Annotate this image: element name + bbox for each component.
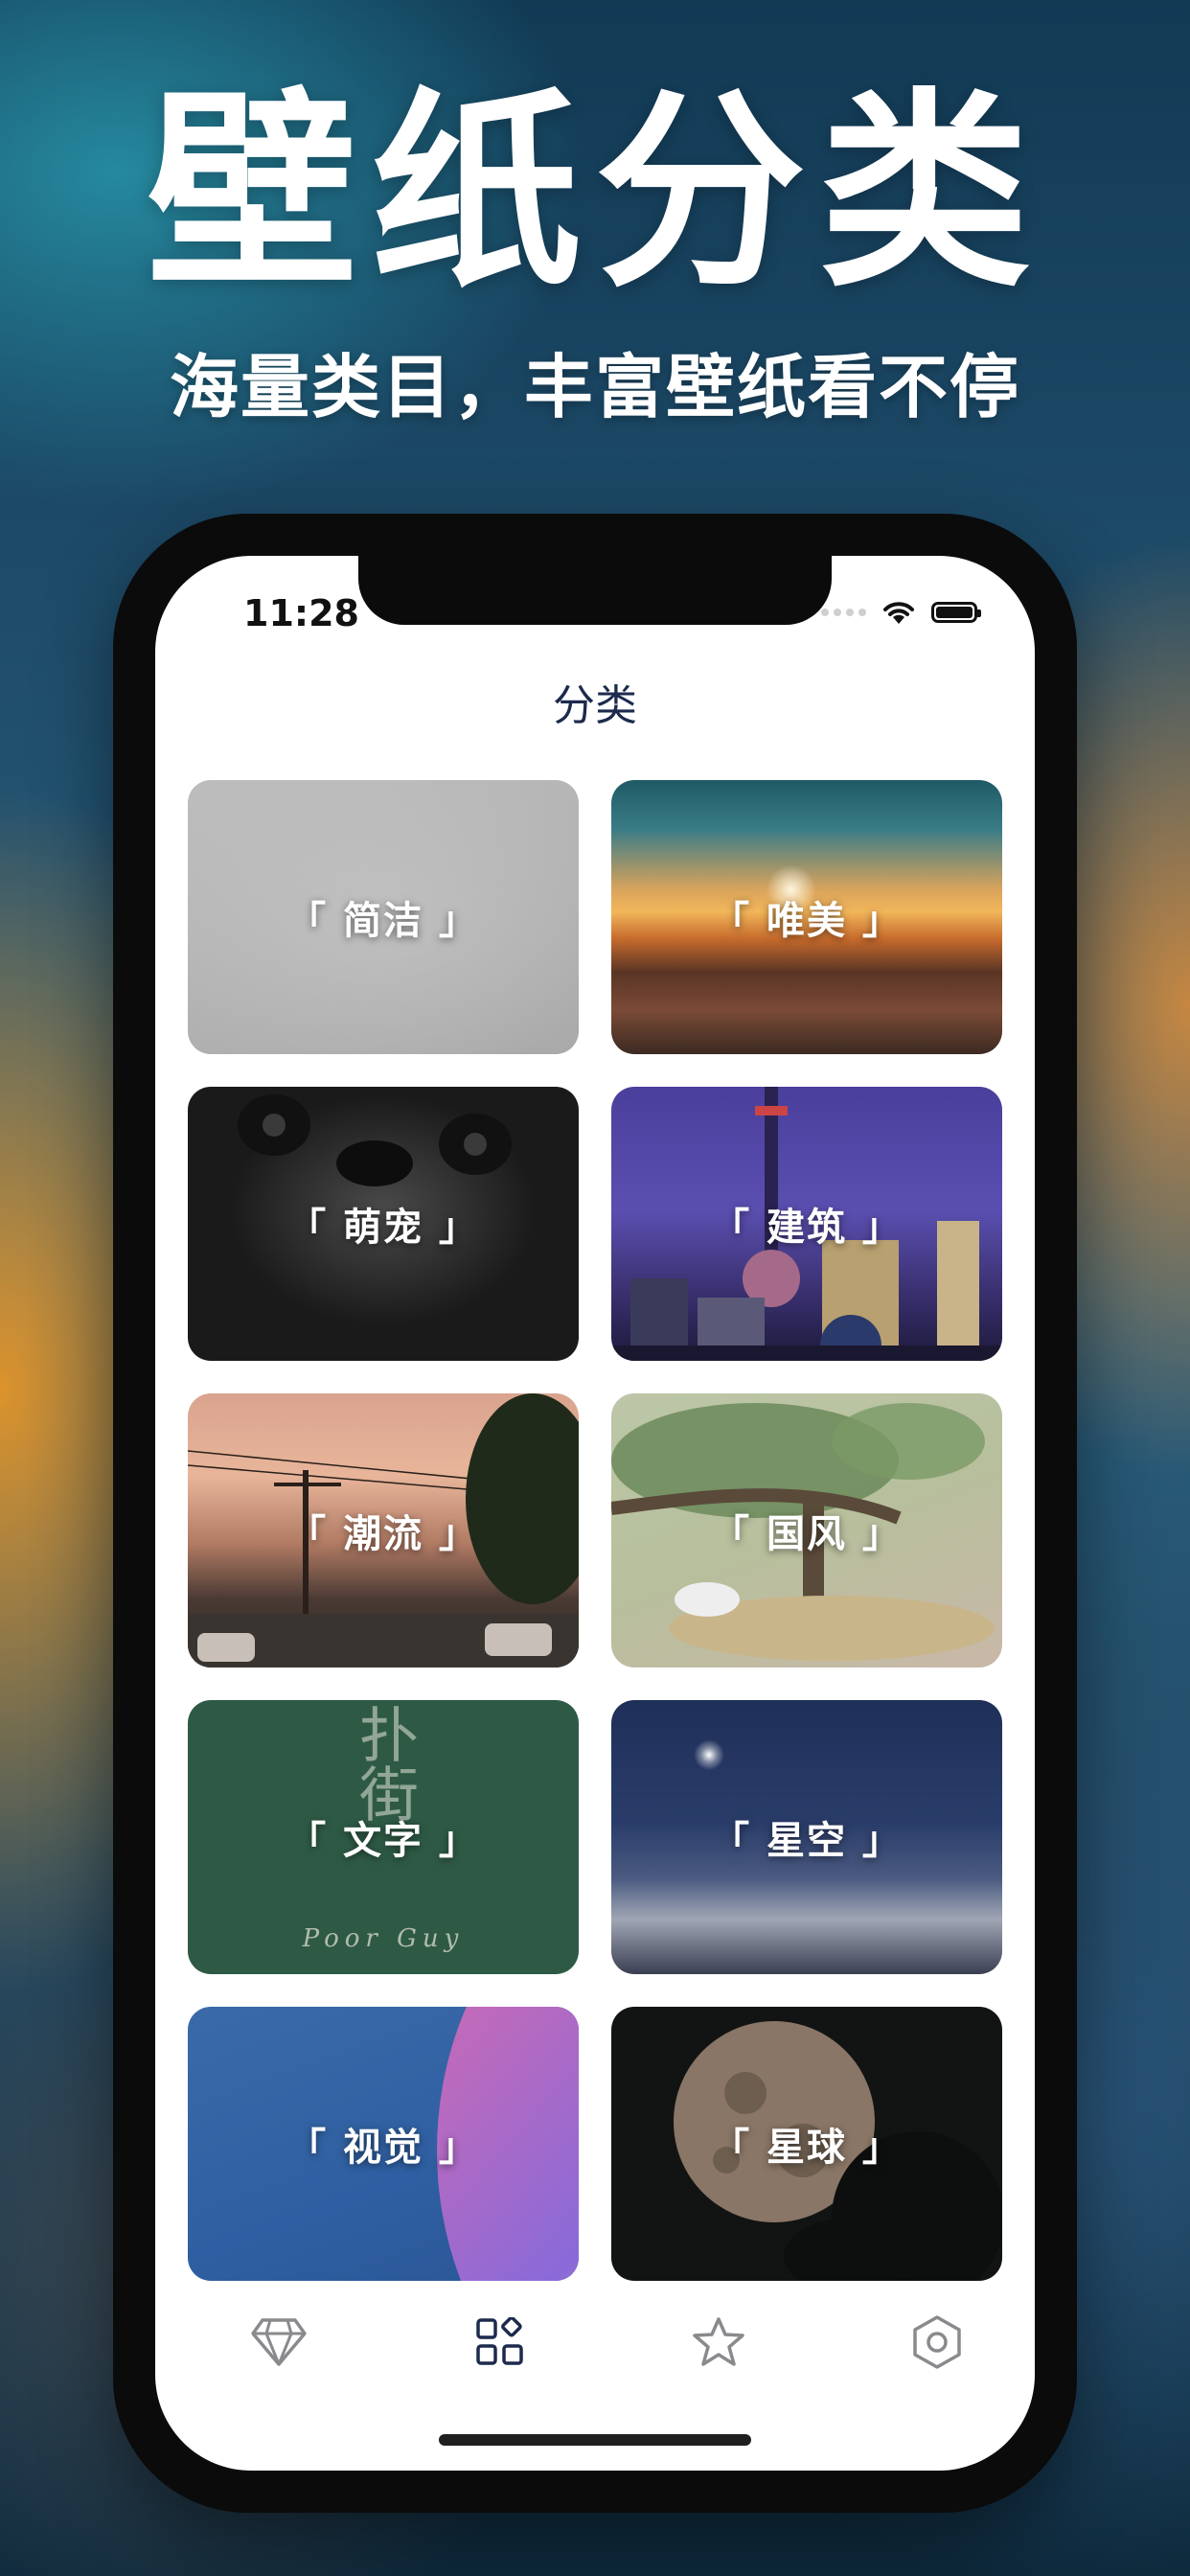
- star-icon: [693, 2317, 744, 2366]
- category-card-aesthetic[interactable]: 「 唯美 」: [611, 780, 1002, 1054]
- category-label: 「 文字 」: [287, 1819, 479, 1863]
- hero-title: 壁纸分类: [146, 70, 1043, 315]
- category-card-starry[interactable]: 「 星空 」: [611, 1700, 1002, 1974]
- category-card-text[interactable]: 扑街 Poor Guy 「 文字 」: [188, 1700, 579, 1974]
- hero-subtitle: 海量类目，丰富壁纸看不停: [169, 347, 1020, 427]
- category-label: 「 国风 」: [711, 1512, 903, 1556]
- phone-frame: 11:28 分类 「 简洁 」 「 唯美 」 「 萌宠 」 「 建筑 」 「 潮…: [113, 514, 1077, 2513]
- category-card-simple[interactable]: 「 简洁 」: [188, 780, 579, 1054]
- category-label: 「 简洁 」: [287, 899, 479, 943]
- home-indicator: [439, 2434, 751, 2446]
- page-title: 分类: [553, 681, 637, 730]
- card-art-text: 扑街: [349, 1704, 419, 1823]
- status-icons: [821, 598, 981, 627]
- battery-icon: [931, 602, 981, 623]
- category-label: 「 潮流 」: [287, 1512, 479, 1556]
- tab-settings[interactable]: [899, 2304, 975, 2380]
- hexagon-settings-icon: [913, 2315, 961, 2369]
- category-card-guofeng[interactable]: 「 国风 」: [611, 1393, 1002, 1668]
- tab-bar: [155, 2283, 1035, 2398]
- wifi-icon: [883, 602, 914, 624]
- tab-favorites[interactable]: [680, 2304, 757, 2380]
- category-label: 「 萌宠 」: [287, 1206, 479, 1250]
- category-label: 「 星球 」: [711, 2126, 903, 2170]
- signal-icon: [821, 609, 866, 616]
- category-label: 「 唯美 」: [711, 899, 903, 943]
- tab-featured[interactable]: [240, 2304, 317, 2380]
- notch: [358, 556, 832, 625]
- category-card-visual[interactable]: 「 视觉 」: [188, 2007, 579, 2281]
- diamond-icon: [251, 2318, 307, 2366]
- category-label: 「 星空 」: [711, 1819, 903, 1863]
- category-label: 「 视觉 」: [287, 2126, 479, 2170]
- category-card-trend[interactable]: 「 潮流 」: [188, 1393, 579, 1668]
- category-card-architecture[interactable]: 「 建筑 」: [611, 1087, 1002, 1361]
- category-card-pets[interactable]: 「 萌宠 」: [188, 1087, 579, 1361]
- status-time: 11:28: [243, 592, 359, 634]
- grid-icon: [476, 2317, 523, 2365]
- card-art-caption: Poor Guy: [302, 1924, 465, 1953]
- category-card-planet[interactable]: 「 星球 」: [611, 2007, 1002, 2281]
- tab-categories[interactable]: [462, 2304, 538, 2380]
- category-label: 「 建筑 」: [711, 1206, 903, 1250]
- phone-screen: 11:28 分类 「 简洁 」 「 唯美 」 「 萌宠 」 「 建筑 」 「 潮…: [155, 556, 1035, 2471]
